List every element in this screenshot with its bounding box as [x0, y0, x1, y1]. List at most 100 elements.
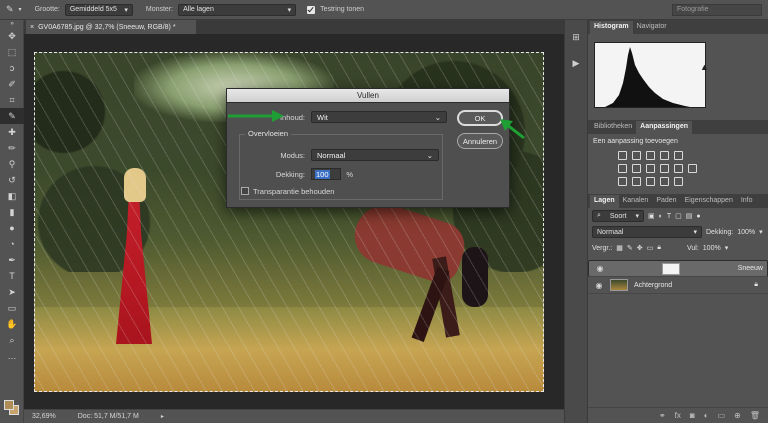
chevron-down-icon: ▾	[693, 229, 697, 236]
tab-histogram[interactable]: Histogram	[590, 21, 633, 34]
layer-kind-filter[interactable]: ⌕ Soort ▾	[592, 210, 644, 222]
properties-panel-icon[interactable]: ⊞	[565, 28, 587, 46]
tab-properties[interactable]: Eigenschappen	[681, 195, 737, 208]
play-actions-icon[interactable]: ▶	[565, 54, 587, 72]
visibility-eye-icon[interactable]: ◉	[594, 281, 604, 290]
invert-icon[interactable]	[618, 177, 627, 186]
channel-mixer-icon[interactable]	[674, 164, 683, 173]
tab-paths[interactable]: Paden	[652, 195, 680, 208]
gradient-map-icon[interactable]	[660, 177, 669, 186]
fill-value[interactable]: 100%	[703, 245, 721, 252]
crop-tool-icon[interactable]: ⌗	[0, 92, 24, 108]
marquee-tool-icon[interactable]: ⬚	[0, 44, 24, 60]
zoom-level[interactable]: 32,69%	[32, 413, 56, 420]
chevron-down-icon[interactable]: ▾	[725, 244, 729, 252]
new-layer-icon[interactable]: ⊕	[734, 411, 741, 420]
layer-style-icon[interactable]: fx	[675, 411, 681, 420]
dodge-tool-icon[interactable]: ◔	[0, 236, 24, 252]
lock-pixels-icon[interactable]: ✎	[627, 244, 633, 252]
add-mask-icon[interactable]: ◙	[690, 411, 695, 420]
workspace-switcher[interactable]: Fotografie	[672, 4, 762, 16]
new-group-icon[interactable]: ▭	[718, 411, 726, 420]
link-layers-icon[interactable]: ⚭	[659, 411, 666, 420]
mode-select[interactable]: Normaal ⌄	[311, 149, 439, 161]
filter-type-icon[interactable]: T	[667, 213, 671, 220]
hue-saturation-icon[interactable]	[618, 164, 627, 173]
tab-navigator[interactable]: Navigator	[633, 21, 671, 34]
filter-shape-icon[interactable]: ▢	[675, 212, 682, 220]
posterize-icon[interactable]	[632, 177, 641, 186]
size-select[interactable]: Gemiddeld 5x5 ▾	[64, 3, 133, 16]
lock-all-icon[interactable]: 🔒︎	[657, 244, 661, 252]
layer-row-achtergrond[interactable]: ◉ Achtergrond 🔒︎	[588, 277, 768, 294]
tab-channels[interactable]: Kanalen	[619, 195, 653, 208]
levels-icon[interactable]	[632, 151, 641, 160]
path-selection-tool-icon[interactable]: ➤	[0, 284, 24, 300]
sample-select[interactable]: Alle lagen ▾	[178, 3, 297, 16]
selective-color-icon[interactable]	[674, 177, 683, 186]
filter-pixel-icon[interactable]: ▣	[648, 212, 655, 220]
document-tab[interactable]: × GV0A6785.jpg @ 32,7% (Sneeuw, RGB/8) *	[26, 20, 196, 34]
trash-icon[interactable]: 🗑︎	[750, 411, 760, 420]
exposure-icon[interactable]	[660, 151, 669, 160]
eyedropper-tool-icon[interactable]: ✎	[6, 4, 14, 15]
content-select-value: Wit	[317, 112, 328, 122]
type-tool-icon[interactable]: T	[0, 268, 24, 284]
tools-panel: » ✥ ⬚ ↄ ✐ ⌗ ✎ ✚ ✏ ⚲ ↺ ◧ ▮ ● ◔ ✒ T ➤ ▭ ✋ …	[0, 20, 24, 423]
filter-adjustment-icon[interactable]: ◐	[659, 213, 663, 220]
vibrance-icon[interactable]	[674, 151, 683, 160]
opacity-input-value: 100	[315, 169, 330, 179]
show-ring-checkbox[interactable]	[307, 5, 316, 14]
lasso-tool-icon[interactable]: ↄ	[0, 60, 24, 76]
layer-opacity-value[interactable]: 100%	[737, 229, 755, 236]
color-lookup-icon[interactable]	[688, 164, 697, 173]
photo-filter-icon[interactable]	[660, 164, 669, 173]
adjustments-row-1	[588, 149, 768, 162]
filter-toggle-icon[interactable]: ●	[696, 213, 700, 220]
clone-stamp-tool-icon[interactable]: ⚲	[0, 156, 24, 172]
lock-transparency-icon[interactable]: ▦	[616, 244, 623, 252]
warning-icon[interactable]: ▲	[700, 62, 709, 72]
search-icon: ⌕	[597, 212, 601, 219]
tab-adjustments[interactable]: Aanpassingen	[636, 121, 692, 134]
healing-brush-tool-icon[interactable]: ✚	[0, 124, 24, 140]
move-tool-icon[interactable]: ✥	[0, 28, 24, 44]
close-icon[interactable]: ×	[30, 24, 34, 31]
eyedropper-tool-icon[interactable]: ✎	[0, 108, 24, 124]
history-brush-tool-icon[interactable]: ↺	[0, 172, 24, 188]
filter-smart-object-icon[interactable]: ▤	[686, 212, 693, 220]
pen-tool-icon[interactable]: ✒	[0, 252, 24, 268]
collapse-icon[interactable]: »	[0, 20, 24, 28]
content-select[interactable]: Wit ⌄	[311, 111, 447, 123]
tab-libraries[interactable]: Bibliotheken	[590, 121, 636, 134]
layer-row-sneeuw[interactable]: ◉ Sneeuw	[588, 260, 768, 277]
lock-position-icon[interactable]: ✥	[637, 244, 643, 252]
quick-select-tool-icon[interactable]: ✐	[0, 76, 24, 92]
tab-layers[interactable]: Lagen	[590, 195, 619, 208]
zoom-tool-icon[interactable]: ⌕	[0, 332, 24, 348]
brush-tool-icon[interactable]: ✏	[0, 140, 24, 156]
blur-tool-icon[interactable]: ●	[0, 220, 24, 236]
gradient-tool-icon[interactable]: ▮	[0, 204, 24, 220]
eraser-tool-icon[interactable]: ◧	[0, 188, 24, 204]
edit-toolbar-icon[interactable]: …	[0, 348, 24, 364]
color-balance-icon[interactable]	[632, 164, 641, 173]
new-adjustment-layer-icon[interactable]: ◐	[704, 411, 709, 420]
chevron-down-icon[interactable]: ▾	[759, 228, 763, 236]
rectangle-tool-icon[interactable]: ▭	[0, 300, 24, 316]
layer-blend-mode-select[interactable]: Normaal ▾	[592, 226, 702, 238]
black-white-icon[interactable]	[646, 164, 655, 173]
hand-tool-icon[interactable]: ✋	[0, 316, 24, 332]
curves-icon[interactable]	[646, 151, 655, 160]
brightness-contrast-icon[interactable]	[618, 151, 627, 160]
foreground-color-swatch[interactable]	[4, 400, 14, 410]
lock-artboard-icon[interactable]: ▭	[647, 244, 654, 252]
layer-blend-row: Normaal ▾ Dekking: 100% ▾	[588, 224, 768, 240]
tool-preset-chevron-icon[interactable]: ▾	[19, 6, 22, 13]
preserve-transparency-checkbox[interactable]	[241, 187, 249, 195]
tab-info[interactable]: Info	[737, 195, 757, 208]
opacity-input[interactable]: 100	[311, 168, 341, 180]
visibility-eye-icon[interactable]: ◉	[595, 264, 605, 273]
threshold-icon[interactable]	[646, 177, 655, 186]
status-arrow-icon[interactable]: ▸	[161, 413, 164, 420]
